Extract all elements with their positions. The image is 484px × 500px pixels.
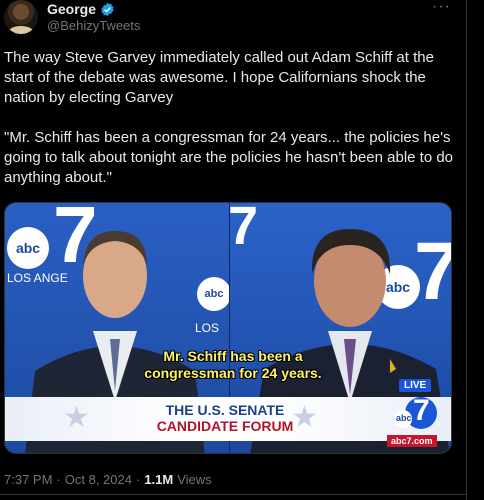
avatar-shoulders bbox=[8, 26, 34, 34]
lower-third-banner: ★ THE U.S. SENATE CANDIDATE FORUM ★ bbox=[5, 397, 451, 441]
tweet-time[interactable]: 7:37 PM bbox=[4, 472, 52, 487]
column-divider bbox=[466, 0, 467, 500]
tweet-header: George @BehizyTweets ··· bbox=[0, 0, 466, 40]
site-tag: abc7.com bbox=[387, 435, 437, 447]
corner-seven-text: 7 bbox=[413, 394, 430, 427]
tweet-meta: 7:37 PM · Oct 8, 2024 · 1.1M Views bbox=[4, 472, 212, 487]
caption-line-2: congressman for 24 years. bbox=[144, 365, 322, 381]
tweet-date[interactable]: Oct 8, 2024 bbox=[65, 472, 132, 487]
caption-line-1: Mr. Schiff has been a bbox=[163, 348, 303, 364]
meta-separator-2: · bbox=[135, 472, 141, 487]
star-icon-right: ★ bbox=[291, 401, 318, 434]
name-row: George bbox=[47, 1, 115, 17]
views-count[interactable]: 1.1M bbox=[144, 472, 173, 487]
tweet-video[interactable]: abc 7 LOS ANGE abc LOS 7 abc 7 Mr. Schif… bbox=[4, 202, 452, 454]
avatar[interactable] bbox=[4, 0, 38, 34]
star-icon-left: ★ bbox=[63, 401, 90, 434]
live-badge: LIVE bbox=[399, 379, 432, 392]
handle[interactable]: @BehizyTweets bbox=[47, 18, 140, 33]
corner-abc-text: abc bbox=[396, 413, 412, 423]
tweet-text: The way Steve Garvey immediately called … bbox=[4, 49, 454, 186]
abc7-corner-logo: abc 7 bbox=[389, 394, 439, 435]
views-label: Views bbox=[177, 472, 212, 487]
video-caption: Mr. Schiff has been a congressman for 24… bbox=[93, 348, 373, 382]
bottom-divider bbox=[0, 494, 466, 495]
more-icon[interactable]: ··· bbox=[432, 0, 451, 15]
verified-badge-icon[interactable] bbox=[100, 2, 115, 17]
display-name[interactable]: George bbox=[47, 1, 96, 17]
meta-separator: · bbox=[56, 472, 61, 487]
